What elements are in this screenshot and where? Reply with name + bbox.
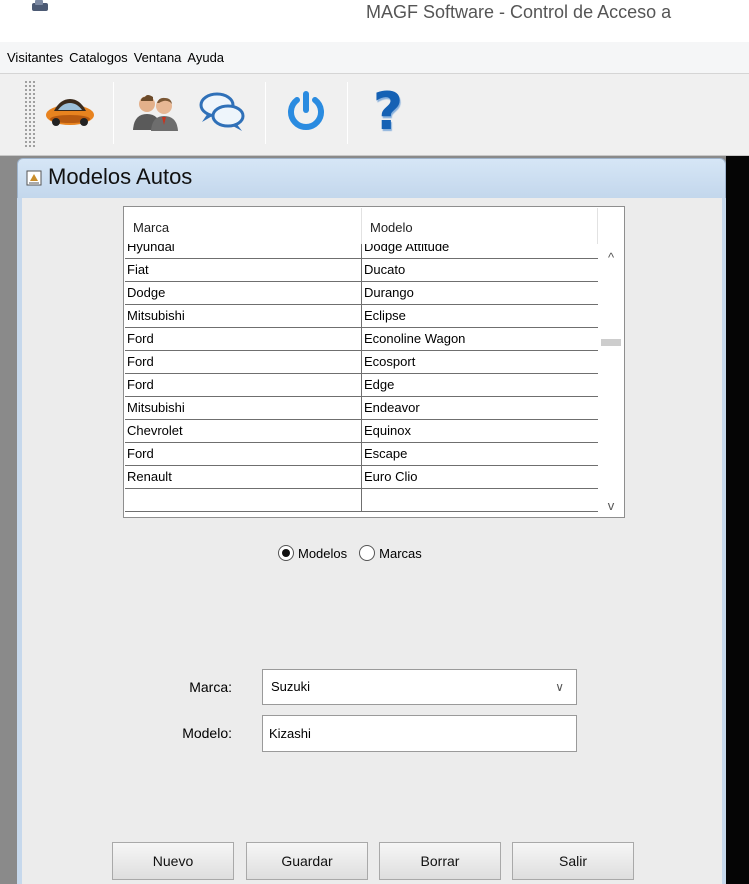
table-row[interactable]: Mitsubishi Eclipse xyxy=(125,305,598,328)
toolbar-separator xyxy=(265,82,266,144)
power-icon xyxy=(288,91,324,130)
menu-ventana[interactable]: Ventana xyxy=(131,50,185,65)
toolbar-users-button[interactable] xyxy=(126,78,186,146)
toolbar-separator xyxy=(347,82,348,144)
scroll-up-icon[interactable]: ^ xyxy=(603,250,619,266)
radio-marcas-label[interactable]: Marcas xyxy=(379,546,422,561)
cell-modelo: Endeavor xyxy=(364,400,420,415)
cell-modelo: Durango xyxy=(364,285,414,300)
table-row[interactable]: Ford Econoline Wagon xyxy=(125,328,598,351)
cell-modelo: Ducato xyxy=(364,262,406,277)
toolbar-help-button[interactable]: ? xyxy=(358,78,418,146)
car-icon xyxy=(46,99,94,126)
cell-marca xyxy=(125,489,362,511)
menu-visitantes[interactable]: Visitantes xyxy=(4,50,66,65)
cell-marca: Renault xyxy=(125,466,362,488)
column-header-modelo[interactable]: Modelo xyxy=(362,208,598,244)
cell-modelo: Dodge Attitude xyxy=(364,244,450,254)
cell-modelo: Escape xyxy=(364,446,408,461)
table-row[interactable]: Mitsubishi Endeavor xyxy=(125,397,598,420)
nuevo-button[interactable]: Nuevo xyxy=(112,842,234,880)
marca-label: Marca: xyxy=(189,679,232,695)
cell-marca: Ford xyxy=(125,351,362,373)
models-table: Marca Modelo Hyundai Dodge Attitude Fiat D… xyxy=(123,206,625,518)
cell-modelo xyxy=(362,489,598,511)
desktop-edge xyxy=(726,156,749,884)
cell-marca: Hyundai xyxy=(125,244,362,258)
table-header: Marca Modelo xyxy=(125,208,598,244)
table-row[interactable]: Ford Ecosport xyxy=(125,351,598,374)
table-scrollbar[interactable]: ^ v xyxy=(598,208,624,517)
radio-marcas[interactable] xyxy=(359,545,376,561)
view-toggle: Modelos Marcas xyxy=(278,542,434,564)
cell-marca: Ford xyxy=(125,328,362,350)
internal-frame-title: Modelos Autos xyxy=(48,164,193,189)
borrar-button[interactable]: Borrar xyxy=(379,842,501,880)
cell-modelo: Ecosport xyxy=(364,354,416,369)
users-icon xyxy=(133,95,178,131)
toolbar-power-button[interactable] xyxy=(276,78,336,146)
column-header-marca[interactable]: Marca xyxy=(125,208,362,244)
chat-icon xyxy=(199,92,245,131)
cell-marca: Fiat xyxy=(125,259,362,281)
frame-border-right xyxy=(722,198,726,884)
help-icon: ? xyxy=(372,82,404,142)
menu-ayuda[interactable]: Ayuda xyxy=(184,50,227,65)
table-rows: Hyundai Dodge Attitude Fiat Ducato Dodge Du… xyxy=(125,244,598,512)
table-row[interactable]: Dodge Durango xyxy=(125,282,598,305)
modelo-label: Modelo: xyxy=(182,725,232,741)
cell-marca: Mitsubishi xyxy=(125,305,362,327)
cell-modelo: Edge xyxy=(364,377,395,392)
cell-modelo: Econoline Wagon xyxy=(364,331,466,346)
scroll-thumb[interactable] xyxy=(601,339,621,346)
table-row[interactable] xyxy=(125,489,598,512)
guardar-button[interactable]: Guardar xyxy=(246,842,368,880)
table-row[interactable]: Chevrolet Equinox xyxy=(125,420,598,443)
menu-bar: Visitantes Catalogos Ventana Ayuda xyxy=(0,42,749,74)
cell-modelo: Equinox xyxy=(364,423,411,438)
cell-marca: Mitsubishi xyxy=(125,397,362,419)
scroll-down-icon[interactable]: v xyxy=(603,498,619,514)
table-body: Hyundai Dodge Attitude Fiat Ducato Dodge Du… xyxy=(125,244,598,517)
toolbar-separator xyxy=(113,82,114,144)
table-row[interactable]: Ford Escape xyxy=(125,443,598,466)
radio-modelos-label[interactable]: Modelos xyxy=(298,546,347,561)
cell-marca: Ford xyxy=(125,443,362,465)
radio-modelos[interactable] xyxy=(278,545,294,561)
cell-modelo: Eclipse xyxy=(364,308,406,323)
window-title: MAGF Software - Control de Acceso a xyxy=(366,2,672,22)
toolbar-car-button[interactable] xyxy=(40,78,100,146)
table-row[interactable]: Ford Edge xyxy=(125,374,598,397)
app-icon xyxy=(32,0,48,11)
toolbar-grip[interactable] xyxy=(24,80,36,148)
cell-marca: Dodge xyxy=(125,282,362,304)
cell-marca: Ford xyxy=(125,374,362,396)
salir-button[interactable]: Salir xyxy=(512,842,634,880)
cell-modelo: Euro Clio xyxy=(364,469,418,484)
table-row[interactable]: Hyundai Dodge Attitude xyxy=(125,244,598,259)
cell-marca: Chevrolet xyxy=(125,420,362,442)
marca-select-value: Suzuki xyxy=(271,679,311,694)
chevron-down-icon: ∨ xyxy=(555,680,564,694)
frame-icon xyxy=(26,170,42,186)
table-row[interactable]: Fiat Ducato xyxy=(125,259,598,282)
marca-select[interactable]: Suzuki ∨ xyxy=(262,669,577,705)
modelo-field[interactable] xyxy=(262,715,577,752)
menu-catalogos[interactable]: Catalogos xyxy=(66,50,131,65)
table-row[interactable]: Renault Euro Clio xyxy=(125,466,598,489)
toolbar-chat-button[interactable] xyxy=(192,78,252,146)
